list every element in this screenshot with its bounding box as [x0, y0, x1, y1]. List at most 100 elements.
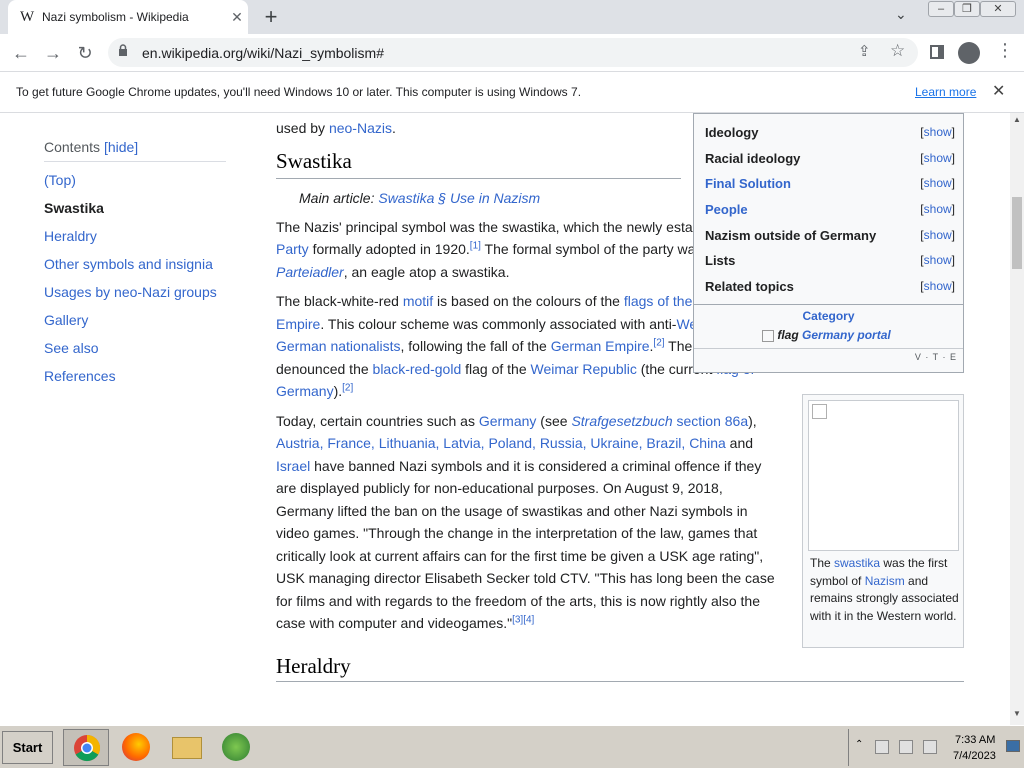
- navbox-row-label: Ideology: [705, 125, 759, 140]
- maximize-button[interactable]: ❐: [954, 1, 980, 17]
- toc-item[interactable]: (Top): [44, 168, 226, 196]
- start-button[interactable]: Start: [2, 731, 53, 764]
- toc-item[interactable]: Usages by neo-Nazi groups: [44, 280, 226, 308]
- system-tray: ⌃ 7:33 AM 7/4/2023: [848, 729, 1022, 766]
- infobar-message: To get future Google Chrome updates, you…: [16, 85, 582, 99]
- minimize-button[interactable]: –: [928, 1, 954, 17]
- wikipedia-favicon-icon: W: [20, 8, 35, 25]
- nazism-sidebar-navbox: Ideology [show] Racial ideology [show] F…: [693, 113, 964, 373]
- nazism-link[interactable]: Nazism: [865, 574, 905, 588]
- url-text[interactable]: en.wikipedia.org/wiki/Nazi_symbolism#: [142, 45, 384, 61]
- tab-close-icon[interactable]: ✕: [226, 9, 248, 26]
- volume-icon[interactable]: [923, 740, 937, 754]
- citation[interactable]: [3]: [512, 614, 523, 625]
- text: ).: [333, 383, 343, 399]
- paragraph-3: Today, certain countries such as Germany…: [276, 410, 776, 635]
- israel-link[interactable]: Israel: [276, 458, 310, 474]
- navbox-row-final-solution[interactable]: Final Solution [show]: [705, 176, 955, 191]
- strafgesetzbuch-link[interactable]: Strafgesetzbuch: [571, 413, 672, 429]
- window-close-button[interactable]: ✕: [980, 1, 1016, 17]
- clock-time[interactable]: 7:33 AM: [955, 734, 995, 746]
- share-icon[interactable]: ⇪: [858, 42, 871, 60]
- bookmark-star-icon[interactable]: ☆: [890, 41, 905, 61]
- tab-search-chevron-icon[interactable]: ⌄: [895, 6, 907, 23]
- weimar-republic-link[interactable]: Weimar Republic: [531, 361, 637, 377]
- scroll-down-icon[interactable]: ▼: [1013, 709, 1021, 718]
- scrollbar-thumb[interactable]: [1012, 197, 1022, 269]
- navbox-row-label[interactable]: People: [705, 202, 748, 217]
- table-of-contents: Contents [hide] (Top) Swastika Heraldry …: [44, 139, 226, 392]
- text: The formal symbol of the party was the: [480, 241, 726, 257]
- navbox-row-ideology[interactable]: Ideology [show]: [705, 125, 955, 140]
- show-toggle[interactable]: [show]: [920, 176, 955, 190]
- firefox-taskbar-button[interactable]: [113, 729, 159, 766]
- category-link[interactable]: Category: [694, 309, 963, 323]
- show-toggle[interactable]: [show]: [920, 279, 955, 293]
- show-hidden-icons-icon[interactable]: ⌃: [855, 739, 863, 750]
- navbox-row-outside-germany[interactable]: Nazism outside of Germany [show]: [705, 228, 955, 243]
- swastika-link[interactable]: swastika: [834, 556, 880, 570]
- black-red-gold-link[interactable]: black-red-gold: [373, 361, 462, 377]
- navbox-row-label[interactable]: Final Solution: [705, 176, 791, 191]
- side-panel-icon[interactable]: [930, 45, 944, 59]
- show-desktop-icon[interactable]: [1006, 740, 1020, 752]
- explorer-taskbar-button[interactable]: [163, 729, 209, 766]
- toc-item[interactable]: See also: [44, 336, 226, 364]
- navbox-row-racial-ideology[interactable]: Racial ideology [show]: [705, 151, 955, 166]
- new-tab-button[interactable]: +: [258, 4, 284, 30]
- thumbnail-image[interactable]: [808, 400, 959, 551]
- hatnote-prefix: Main article:: [299, 190, 379, 206]
- germany-link[interactable]: Germany: [479, 413, 537, 429]
- navbox-row-related-topics[interactable]: Related topics [show]: [705, 279, 955, 294]
- show-toggle[interactable]: [show]: [920, 125, 955, 139]
- infobar-close-icon[interactable]: ✕: [992, 81, 1005, 101]
- hatnote-link[interactable]: Swastika § Use in Nazism: [378, 190, 540, 206]
- show-toggle[interactable]: [show]: [920, 151, 955, 165]
- broken-image-icon: [812, 404, 827, 419]
- clock-date[interactable]: 7/4/2023: [953, 750, 996, 762]
- profile-avatar-icon[interactable]: [958, 42, 980, 64]
- reload-icon[interactable]: ↻: [72, 40, 98, 66]
- forward-arrow-icon[interactable]: →: [40, 40, 66, 66]
- show-label: show: [923, 176, 952, 190]
- show-label: show: [923, 253, 952, 267]
- show-toggle[interactable]: [show]: [920, 228, 955, 242]
- countries-links[interactable]: Austria, France, Lithuania, Latvia, Pola…: [276, 435, 726, 451]
- thumbnail-caption: The swastika was the first symbol of Naz…: [810, 555, 960, 625]
- navbox-row-label: Nazism outside of Germany: [705, 228, 877, 243]
- section-86a-link[interactable]: section 86a: [677, 413, 749, 429]
- address-bar[interactable]: en.wikipedia.org/wiki/Nazi_symbolism# ⇪ …: [108, 38, 918, 67]
- network-icon[interactable]: [899, 740, 913, 754]
- toc-item[interactable]: References: [44, 364, 226, 392]
- learn-more-link[interactable]: Learn more: [915, 85, 976, 99]
- scroll-up-icon[interactable]: ▲: [1013, 115, 1021, 124]
- navbox-row-lists[interactable]: Lists [show]: [705, 253, 955, 268]
- show-toggle[interactable]: [show]: [920, 202, 955, 216]
- vte-links[interactable]: V · T · E: [915, 352, 957, 362]
- citation[interactable]: [1]: [470, 240, 481, 251]
- neo-nazis-link[interactable]: neo-Nazis: [329, 120, 392, 136]
- back-arrow-icon[interactable]: ←: [8, 40, 34, 66]
- toc-item[interactable]: Other symbols and insignia: [44, 252, 226, 280]
- show-toggle[interactable]: [show]: [920, 253, 955, 267]
- windows-media-taskbar-button[interactable]: [213, 729, 259, 766]
- germany-portal-link[interactable]: flag Germany portal: [762, 328, 891, 342]
- toc-item[interactable]: Swastika: [44, 196, 226, 224]
- action-center-icon[interactable]: [875, 740, 889, 754]
- browser-tab[interactable]: W Nazi symbolism - Wikipedia ✕: [8, 0, 248, 34]
- toc-item[interactable]: Gallery: [44, 308, 226, 336]
- citation[interactable]: [2]: [342, 382, 353, 393]
- parteiadler-link[interactable]: Parteiadler: [276, 264, 344, 280]
- german-empire-link[interactable]: German Empire: [551, 338, 650, 354]
- toc-item[interactable]: Heraldry: [44, 224, 226, 252]
- motif-link[interactable]: motif: [403, 293, 433, 309]
- chrome-menu-icon[interactable]: ⋮: [996, 40, 1014, 61]
- citation[interactable]: [2]: [653, 337, 664, 348]
- browser-toolbar: ← → ↻ en.wikipedia.org/wiki/Nazi_symboli…: [0, 34, 1024, 71]
- navbox-row-people[interactable]: People [show]: [705, 202, 955, 217]
- chrome-taskbar-button[interactable]: [63, 729, 109, 766]
- citation[interactable]: [4]: [523, 614, 534, 625]
- vertical-scrollbar[interactable]: ▲ ▼: [1010, 113, 1024, 725]
- start-label: Start: [12, 740, 43, 755]
- toc-hide-link[interactable]: [hide]: [104, 139, 138, 155]
